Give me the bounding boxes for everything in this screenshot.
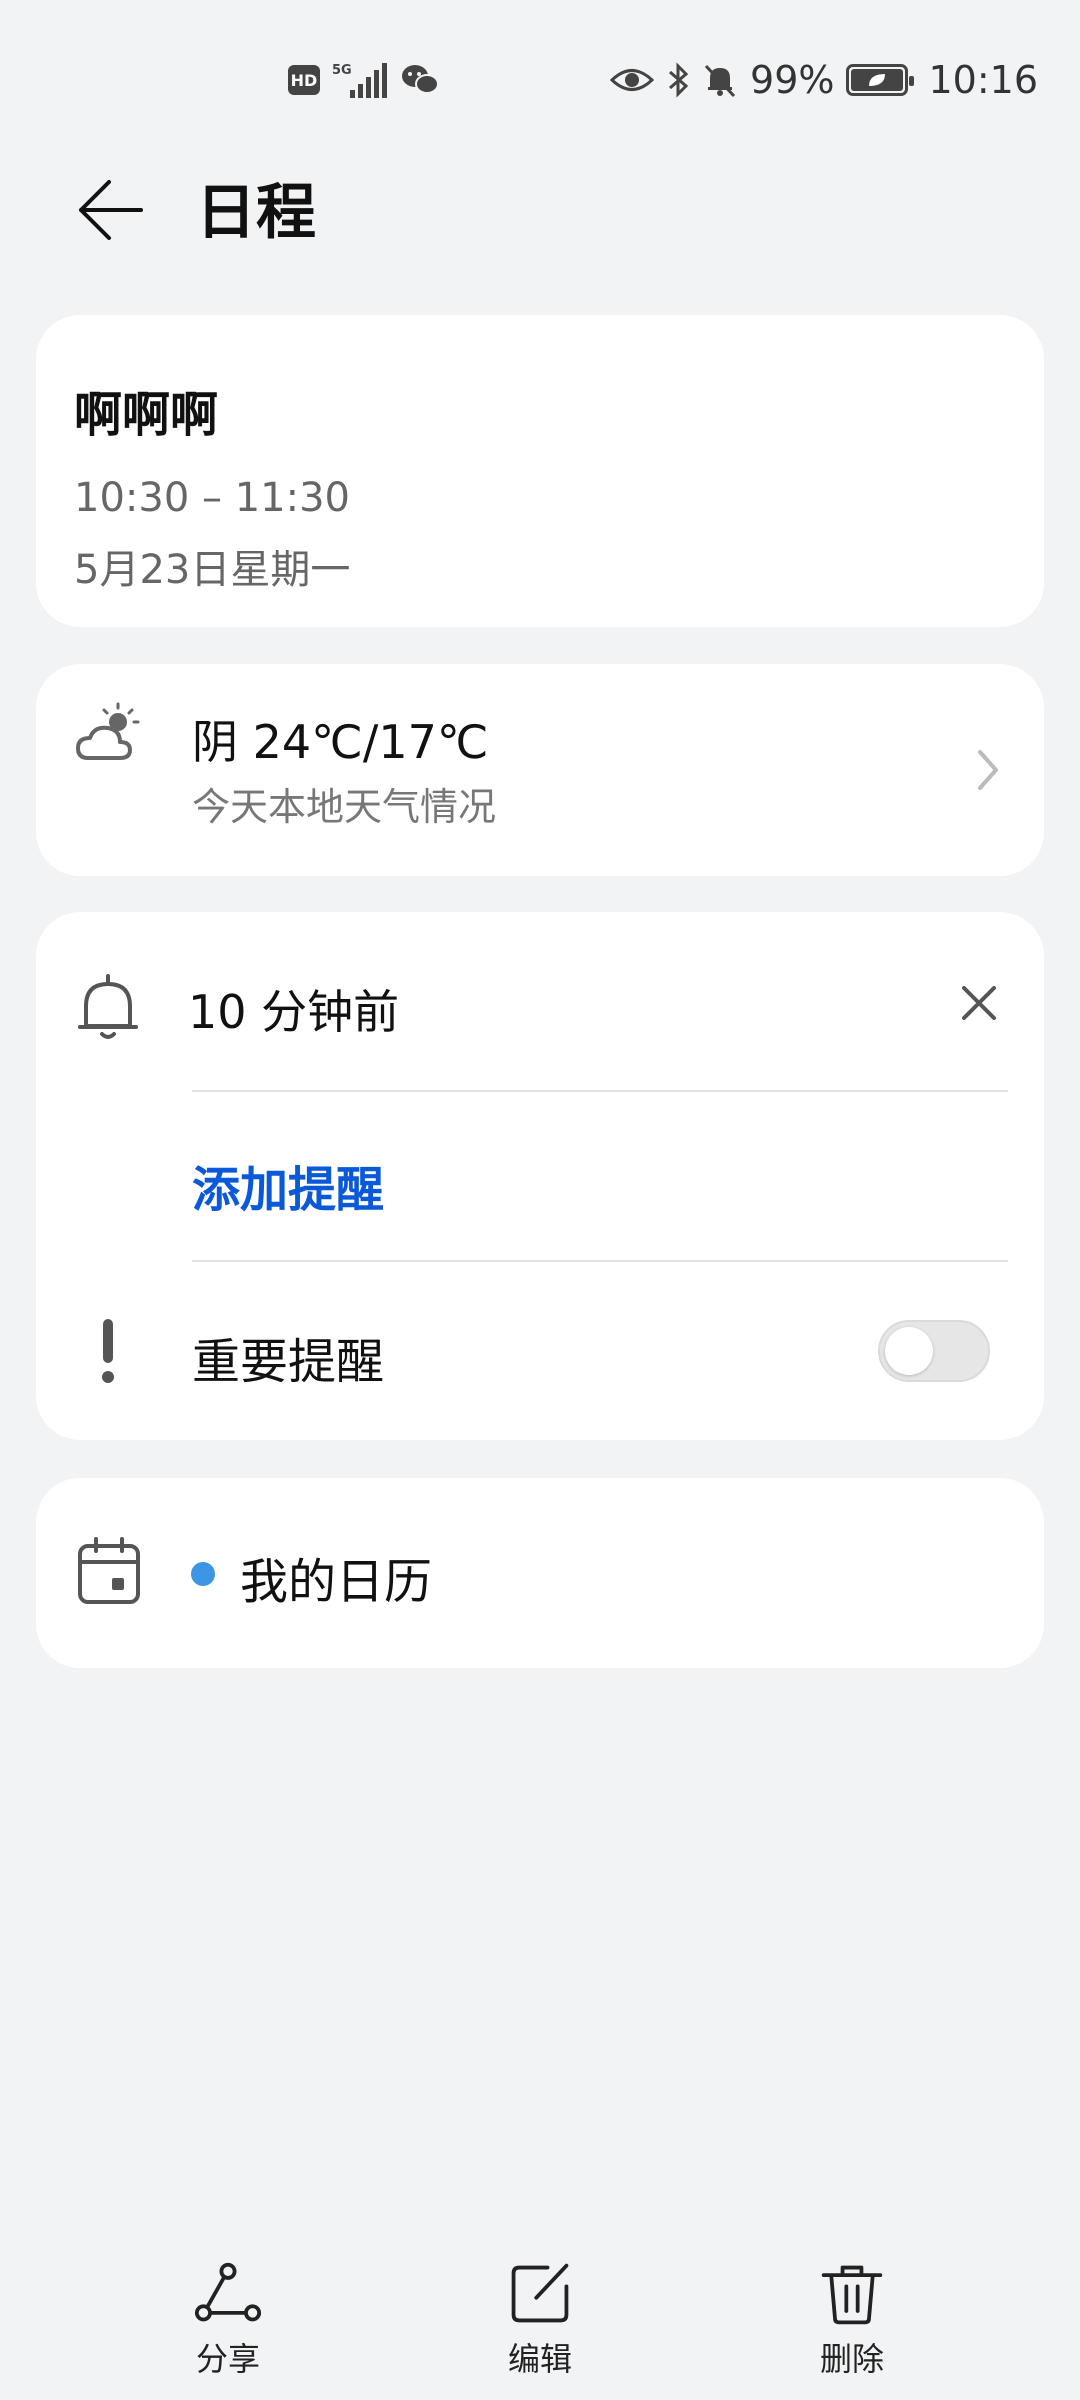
calendar-color-dot	[191, 1562, 215, 1586]
event-date: 5月23日星期一	[74, 547, 351, 593]
toggle-knob	[885, 1327, 933, 1375]
battery-percent: 99%	[750, 58, 835, 102]
back-arrow-icon	[79, 180, 143, 240]
battery-icon	[846, 64, 915, 96]
calendar-icon	[78, 1537, 140, 1604]
weather-card[interactable]: 阴 24℃/17℃ 今天本地天气情况	[36, 664, 1044, 876]
add-reminder-button[interactable]: 添加提醒	[192, 1150, 384, 1220]
svg-text:5G: 5G	[332, 63, 352, 78]
back-button[interactable]	[70, 170, 150, 250]
status-time: 10:16	[928, 58, 1038, 102]
reminder-row[interactable]: 10 分钟前	[36, 912, 1044, 1092]
cloudy-sun-icon	[76, 702, 140, 760]
important-reminder-label: 重要提醒	[192, 1334, 385, 1390]
bottom-bar: 分享 编辑 删除	[0, 2240, 1080, 2400]
reminder-label: 10 分钟前	[188, 985, 400, 1039]
delete-label: 删除	[819, 2340, 884, 2378]
app-bar: 日程	[0, 160, 1080, 290]
status-left: HD 5G	[288, 60, 440, 100]
calendar-card[interactable]: 我的日历	[36, 1478, 1044, 1668]
edit-label: 编辑	[507, 2340, 572, 2378]
bell-icon	[78, 974, 138, 1039]
chevron-right-icon	[978, 750, 998, 790]
important-reminder-toggle[interactable]	[878, 1320, 990, 1382]
exclamation-icon	[102, 1319, 114, 1383]
event-title: 啊啊啊	[74, 387, 219, 443]
bluetooth-icon	[669, 62, 689, 98]
status-right: 99% 10:16	[610, 56, 1038, 104]
edit-icon	[511, 2263, 569, 2323]
share-label: 分享	[195, 2340, 260, 2378]
share-button[interactable]: 分享	[148, 2260, 308, 2380]
add-reminder-row[interactable]: 添加提醒	[36, 1092, 1044, 1262]
page-title: 日程	[196, 178, 316, 248]
hd-text: HD	[290, 70, 318, 90]
wechat-icon	[402, 65, 439, 94]
leaf-icon	[869, 74, 886, 86]
signal-5g-icon: 5G	[332, 63, 387, 98]
reminder-card: 10 分钟前 添加提醒 重要提醒	[36, 912, 1044, 1440]
bell-off-icon	[704, 64, 736, 98]
delete-button[interactable]: 删除	[772, 2260, 932, 2380]
event-card: 啊啊啊 10:30 – 11:30 5月23日星期一	[36, 315, 1044, 627]
important-reminder-row: 重要提醒	[36, 1262, 1044, 1440]
weather-summary: 阴 24℃/17℃	[192, 715, 489, 769]
battery-fill	[851, 69, 904, 91]
share-icon	[194, 2262, 262, 2322]
status-bar: HD 5G 99% 10:16	[0, 0, 1080, 160]
event-time: 10:30 – 11:30	[74, 475, 350, 521]
trash-icon	[821, 2265, 883, 2325]
calendar-name: 我的日历	[240, 1554, 433, 1610]
weather-description: 今天本地天气情况	[192, 785, 497, 829]
remove-reminder-icon[interactable]	[954, 978, 1004, 1028]
eye-icon	[610, 69, 655, 91]
edit-button[interactable]: 编辑	[460, 2260, 620, 2380]
hd-icon: HD	[288, 65, 320, 95]
